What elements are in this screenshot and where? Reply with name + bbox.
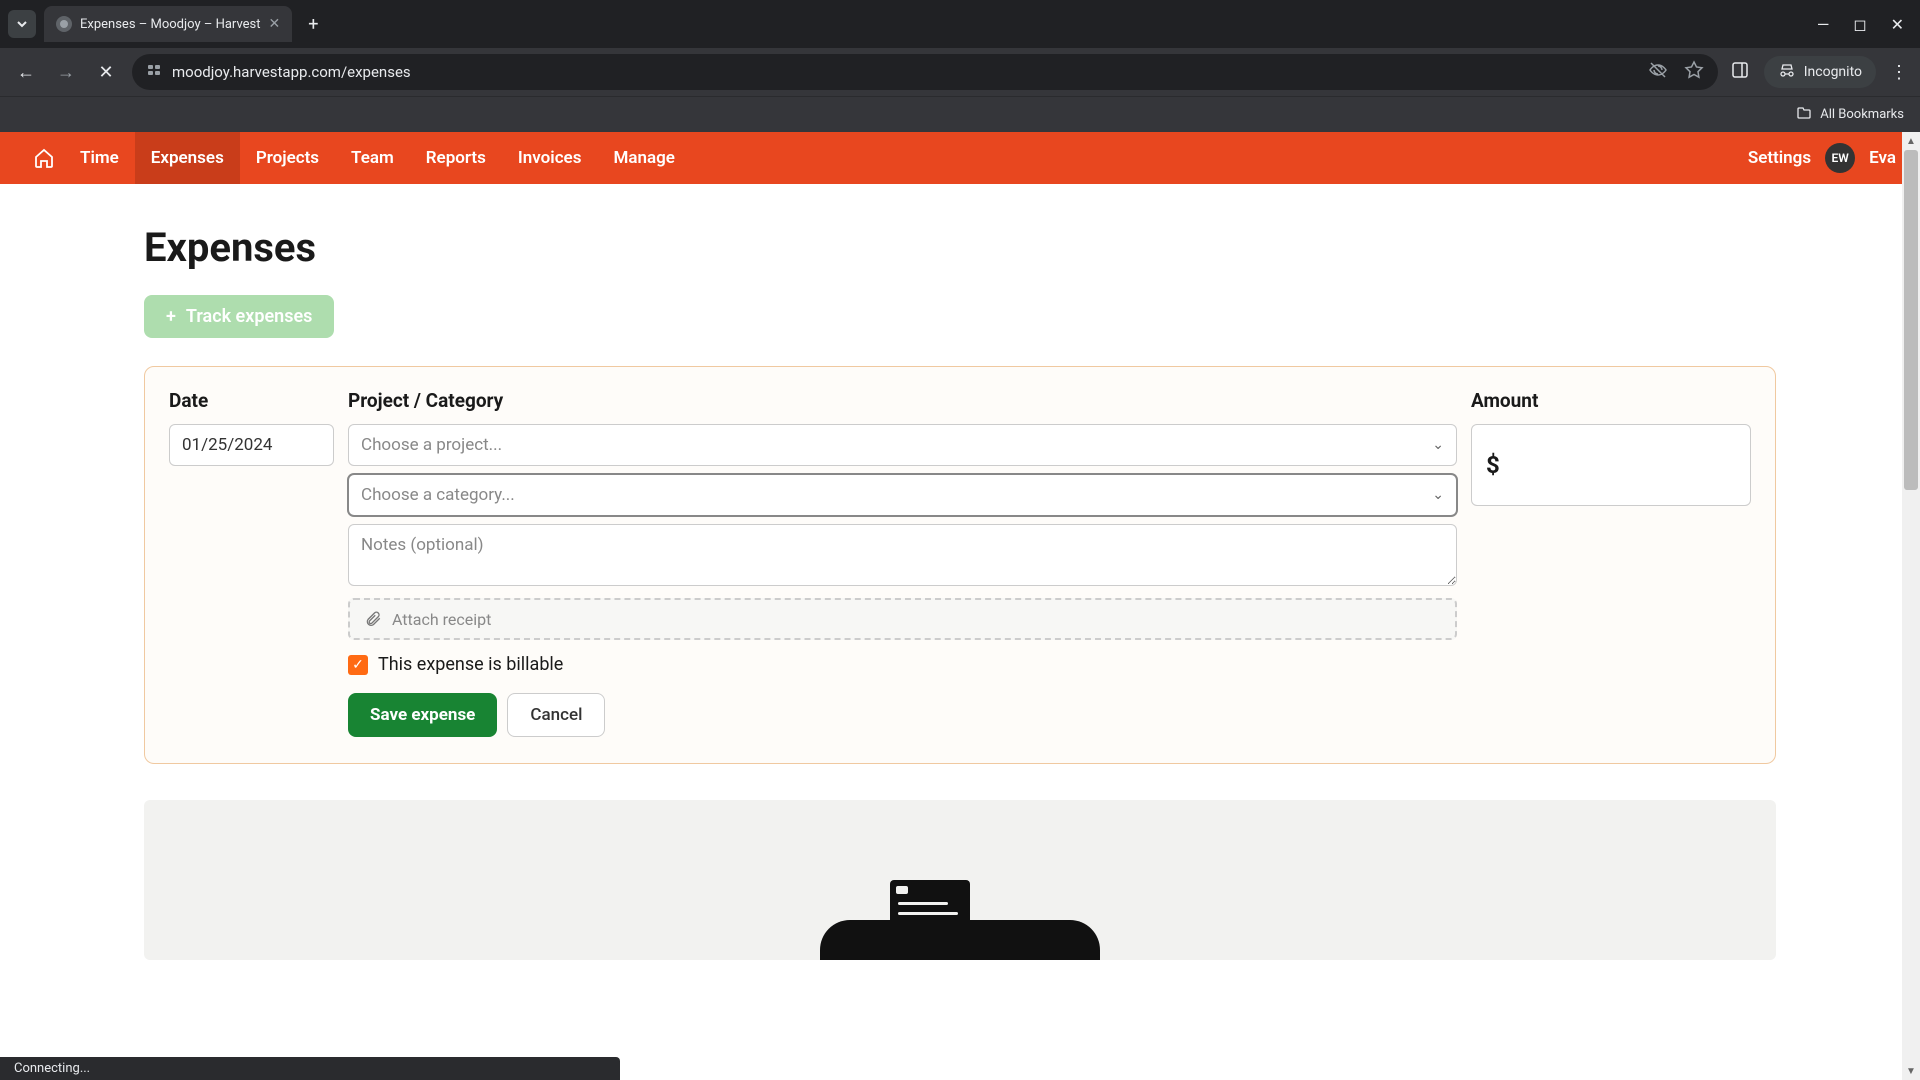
bookmarks-bar: All Bookmarks xyxy=(0,96,1920,132)
scroll-up-arrow-icon[interactable]: ▲ xyxy=(1902,132,1920,150)
notes-input[interactable] xyxy=(348,524,1457,586)
amount-label: Amount xyxy=(1471,389,1751,412)
nav-projects[interactable]: Projects xyxy=(240,132,335,184)
window-maximize-button[interactable]: ◻ xyxy=(1853,15,1866,34)
avatar[interactable]: EW xyxy=(1825,143,1855,173)
page-viewport: ▲ ▼ Time Expenses Projects Team Reports … xyxy=(0,132,1920,1080)
scrollbar-thumb[interactable] xyxy=(1904,150,1918,490)
tab-favicon-icon xyxy=(56,16,72,32)
attach-receipt-label: Attach receipt xyxy=(392,610,491,629)
billable-checkbox[interactable]: ✓ xyxy=(348,655,368,675)
browser-stop-button[interactable]: ✕ xyxy=(92,58,120,86)
all-bookmarks-button[interactable]: All Bookmarks xyxy=(1796,105,1904,125)
incognito-label: Incognito xyxy=(1804,64,1862,80)
browser-status-bar: Connecting... xyxy=(0,1057,620,1080)
new-tab-button[interactable]: + xyxy=(300,14,326,35)
track-expenses-label: Track expenses xyxy=(186,306,313,327)
app-nav: Time Expenses Projects Team Reports Invo… xyxy=(0,132,1920,184)
incognito-icon xyxy=(1778,61,1796,83)
tab-close-button[interactable]: ✕ xyxy=(269,16,281,32)
chevron-down-icon: ⌄ xyxy=(1432,437,1444,453)
billable-label: This expense is billable xyxy=(378,654,563,675)
url-text: moodjoy.harvestapp.com/expenses xyxy=(172,63,411,81)
nav-time[interactable]: Time xyxy=(64,132,135,184)
category-select-placeholder: Choose a category... xyxy=(361,485,515,505)
tab-search-dropdown[interactable] xyxy=(8,10,36,38)
cancel-button[interactable]: Cancel xyxy=(507,693,605,737)
window-minimize-button[interactable]: — xyxy=(1817,15,1830,34)
browser-tab[interactable]: Expenses – Moodjoy – Harvest ✕ xyxy=(44,6,292,42)
bookmark-star-icon[interactable] xyxy=(1684,60,1704,84)
folder-icon xyxy=(1796,105,1812,125)
address-bar[interactable]: moodjoy.harvestapp.com/expenses xyxy=(132,54,1718,90)
expense-form: Date Project / Category Choose a project… xyxy=(144,366,1776,764)
side-panel-icon[interactable] xyxy=(1730,60,1750,84)
track-expenses-button[interactable]: + Track expenses xyxy=(144,295,334,338)
amount-input[interactable]: $ xyxy=(1471,424,1751,506)
nav-invoices[interactable]: Invoices xyxy=(502,132,598,184)
chevron-down-icon: ⌄ xyxy=(1432,487,1444,503)
attach-receipt-button[interactable]: Attach receipt xyxy=(348,598,1457,640)
browser-toolbar: ← → ✕ moodjoy.harvestapp.com/expenses In… xyxy=(0,48,1920,96)
browser-tab-strip: Expenses – Moodjoy – Harvest ✕ + — ◻ ✕ xyxy=(0,0,1920,48)
eye-off-icon[interactable] xyxy=(1648,60,1668,84)
username-label[interactable]: Eva xyxy=(1869,148,1896,168)
paperclip-icon xyxy=(364,610,382,628)
nav-reports[interactable]: Reports xyxy=(410,132,502,184)
nav-expenses[interactable]: Expenses xyxy=(135,132,240,184)
all-bookmarks-label: All Bookmarks xyxy=(1820,107,1904,122)
browser-forward-button[interactable]: → xyxy=(52,58,80,86)
date-label: Date xyxy=(169,389,334,412)
project-select[interactable]: Choose a project... ⌄ xyxy=(348,424,1457,466)
settings-link[interactable]: Settings xyxy=(1748,148,1811,168)
plus-icon: + xyxy=(166,306,176,327)
date-input[interactable] xyxy=(169,424,334,466)
project-select-placeholder: Choose a project... xyxy=(361,435,502,455)
browser-back-button[interactable]: ← xyxy=(12,58,40,86)
chevron-down-icon xyxy=(16,18,28,30)
incognito-badge[interactable]: Incognito xyxy=(1764,56,1876,88)
page-title: Expenses xyxy=(144,224,1776,271)
empty-state-illustration xyxy=(144,800,1776,960)
scroll-down-arrow-icon[interactable]: ▼ xyxy=(1902,1062,1920,1080)
save-expense-button[interactable]: Save expense xyxy=(348,693,497,737)
category-select[interactable]: Choose a category... ⌄ xyxy=(348,474,1457,516)
tab-title: Expenses – Moodjoy – Harvest xyxy=(80,17,261,32)
home-link[interactable] xyxy=(24,132,64,184)
nav-manage[interactable]: Manage xyxy=(597,132,690,184)
nav-team[interactable]: Team xyxy=(335,132,410,184)
project-category-label: Project / Category xyxy=(348,389,1457,412)
site-settings-icon[interactable] xyxy=(146,62,162,82)
currency-symbol: $ xyxy=(1486,451,1500,479)
browser-menu-button[interactable]: ⋮ xyxy=(1890,62,1908,83)
home-icon xyxy=(33,147,55,169)
vertical-scrollbar[interactable]: ▲ ▼ xyxy=(1902,132,1920,1080)
window-close-button[interactable]: ✕ xyxy=(1891,15,1904,34)
